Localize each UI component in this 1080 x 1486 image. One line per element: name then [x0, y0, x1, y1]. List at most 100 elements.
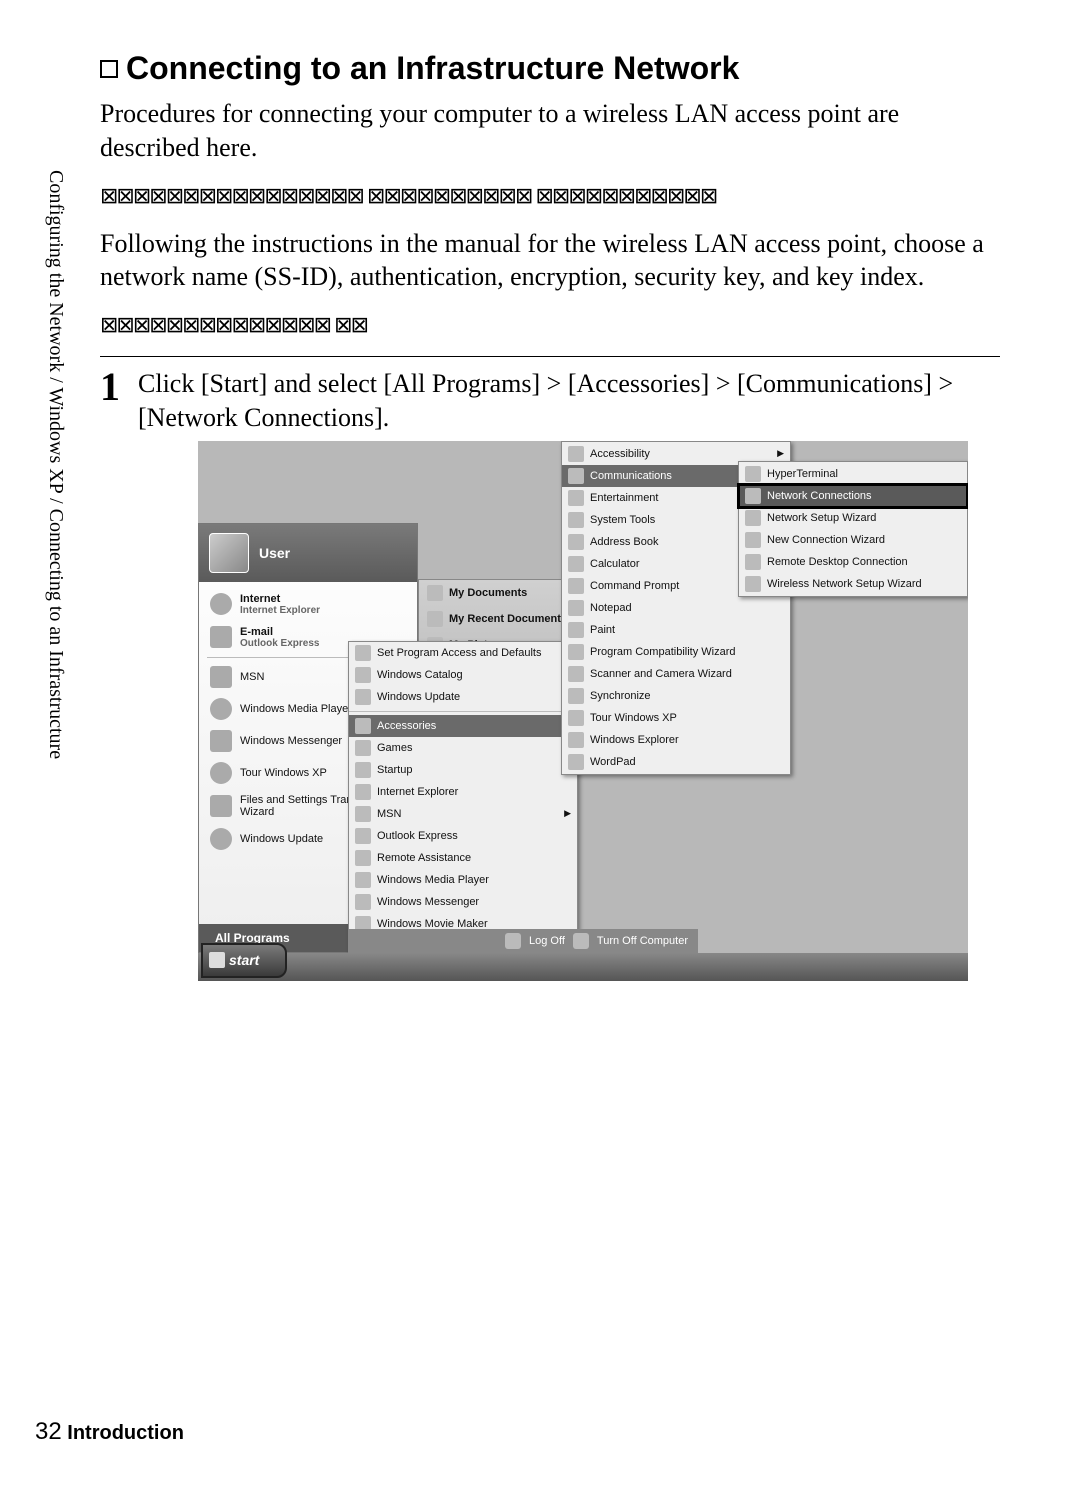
acc-label: Address Book: [590, 536, 658, 548]
windows-flag-icon: [209, 952, 225, 968]
prog-item[interactable]: Windows Catalog: [349, 664, 577, 686]
breadcrumb-vertical: Configuring the Network / Windows XP / C…: [44, 170, 67, 759]
prog-item[interactable]: Outlook Express: [349, 825, 577, 847]
prog-item[interactable]: Games▶: [349, 737, 577, 759]
wizard-icon: [568, 644, 584, 660]
tour-icon: [568, 710, 584, 726]
section-name: Introduction: [67, 1422, 184, 1444]
cmd-icon: [568, 578, 584, 594]
prog-item[interactable]: Windows Update: [349, 686, 577, 708]
step-1: 1 Click [Start] and select [All Programs…: [100, 356, 1000, 981]
checkbox-icon: [100, 60, 118, 78]
msn-icon: [210, 666, 232, 688]
pinned-internet[interactable]: InternetInternet Explorer: [207, 588, 409, 621]
prog-label: MSN: [377, 808, 401, 820]
doc-label: My Recent Documents: [449, 613, 567, 625]
wizard-icon: [745, 510, 761, 526]
acc-label: Scanner and Camera Wizard: [590, 668, 732, 680]
prog-label: Set Program Access and Defaults: [377, 647, 541, 659]
messenger-icon: [210, 730, 232, 752]
phone-icon: [745, 466, 761, 482]
acc-item[interactable]: Program Compatibility Wizard: [562, 641, 790, 663]
folder-icon: [568, 468, 584, 484]
prog-item[interactable]: Windows Media Player: [349, 869, 577, 891]
garbled-subtitle-1: ⊠⊠⊠⊠⊠⊠⊠⊠⊠⊠⊠⊠⊠⊠⊠⊠ ⊠⊠⊠⊠⊠⊠⊠⊠⊠⊠ ⊠⊠⊠⊠⊠⊠⊠⊠⊠⊠⊠: [100, 183, 1000, 209]
comm-label: Wireless Network Setup Wizard: [767, 578, 922, 590]
turnoff-button[interactable]: Turn Off Computer: [597, 935, 688, 947]
wizard-icon: [745, 532, 761, 548]
wordpad-icon: [568, 754, 584, 770]
doc-label: My Documents: [449, 587, 527, 599]
prog-label: Windows Media Player: [377, 874, 489, 886]
start-menu-screenshot: User InternetInternet Explorer E-mailOut…: [198, 441, 968, 981]
page-content: Connecting to an Infrastructure Network …: [100, 50, 1000, 981]
all-programs-menu: Set Program Access and Defaults Windows …: [348, 641, 578, 965]
mail-icon: [355, 828, 371, 844]
start-label: start: [229, 952, 259, 968]
prog-item[interactable]: Set Program Access and Defaults: [349, 642, 577, 664]
comm-item[interactable]: HyperTerminal: [739, 463, 967, 485]
acc-label: Synchronize: [590, 690, 651, 702]
sync-icon: [568, 688, 584, 704]
comm-item[interactable]: Network Setup Wizard: [739, 507, 967, 529]
acc-item[interactable]: Notepad: [562, 597, 790, 619]
folder-icon: [427, 611, 443, 627]
app-icon: [355, 645, 371, 661]
comm-label: Network Setup Wizard: [767, 512, 876, 524]
acc-label: Accessibility: [590, 448, 650, 460]
acc-label: Program Compatibility Wizard: [590, 646, 735, 658]
wireless-icon: [745, 576, 761, 592]
folder-icon: [355, 762, 371, 778]
acc-label: Communications: [590, 470, 672, 482]
comm-label: Network Connections: [767, 490, 872, 502]
folder-icon: [568, 490, 584, 506]
comm-item-network-connections[interactable]: Network Connections: [739, 485, 967, 507]
folder-icon: [355, 740, 371, 756]
prog-item[interactable]: MSN▶: [349, 803, 577, 825]
acc-label: WordPad: [590, 756, 636, 768]
prog-label: Remote Assistance: [377, 852, 471, 864]
separator: [349, 711, 577, 712]
prog-item[interactable]: Internet Explorer: [349, 781, 577, 803]
prog-label: Windows Messenger: [377, 896, 479, 908]
paint-icon: [568, 622, 584, 638]
prog-item[interactable]: Startup▶: [349, 759, 577, 781]
intro-paragraph: Procedures for connecting your computer …: [100, 97, 1000, 165]
ie-icon: [355, 784, 371, 800]
acc-item[interactable]: Windows Explorer: [562, 729, 790, 751]
wmp-icon: [355, 872, 371, 888]
garbled-subtitle-2: ⊠⊠⊠⊠⊠⊠⊠⊠⊠⊠⊠⊠⊠⊠ ⊠⊠: [100, 312, 1000, 338]
network-icon: [745, 488, 761, 504]
msn-icon: [355, 806, 371, 822]
comm-item[interactable]: Wireless Network Setup Wizard: [739, 573, 967, 595]
pin-sub: Outlook Express: [240, 638, 319, 649]
folder-icon: [427, 585, 443, 601]
logoff-button[interactable]: Log Off: [529, 935, 565, 947]
prog-label: Windows Update: [377, 691, 460, 703]
acc-item[interactable]: Paint: [562, 619, 790, 641]
book-icon: [568, 534, 584, 550]
prog-item[interactable]: Remote Assistance: [349, 847, 577, 869]
pin-label: E-mail: [240, 626, 273, 638]
acc-item[interactable]: Scanner and Camera Wizard: [562, 663, 790, 685]
remote-icon: [355, 850, 371, 866]
prog-label: Startup: [377, 764, 412, 776]
prog-item[interactable]: Windows Messenger: [349, 891, 577, 913]
folder-icon: [568, 446, 584, 462]
prog-item-accessories[interactable]: Accessories▶: [349, 715, 577, 737]
start-button[interactable]: start: [201, 943, 287, 978]
wmp-icon: [210, 698, 232, 720]
explorer-icon: [568, 732, 584, 748]
wizard-icon: [210, 795, 232, 817]
acc-label: Tour Windows XP: [590, 712, 677, 724]
acc-label: Notepad: [590, 602, 632, 614]
acc-item[interactable]: Synchronize: [562, 685, 790, 707]
user-name: User: [259, 545, 290, 561]
comm-item[interactable]: Remote Desktop Connection: [739, 551, 967, 573]
folder-icon: [568, 512, 584, 528]
step-number: 1: [100, 367, 120, 981]
comm-item[interactable]: New Connection Wizard: [739, 529, 967, 551]
heading-text: Connecting to an Infrastructure Network: [126, 50, 739, 87]
acc-item[interactable]: Tour Windows XP: [562, 707, 790, 729]
acc-item[interactable]: WordPad: [562, 751, 790, 773]
